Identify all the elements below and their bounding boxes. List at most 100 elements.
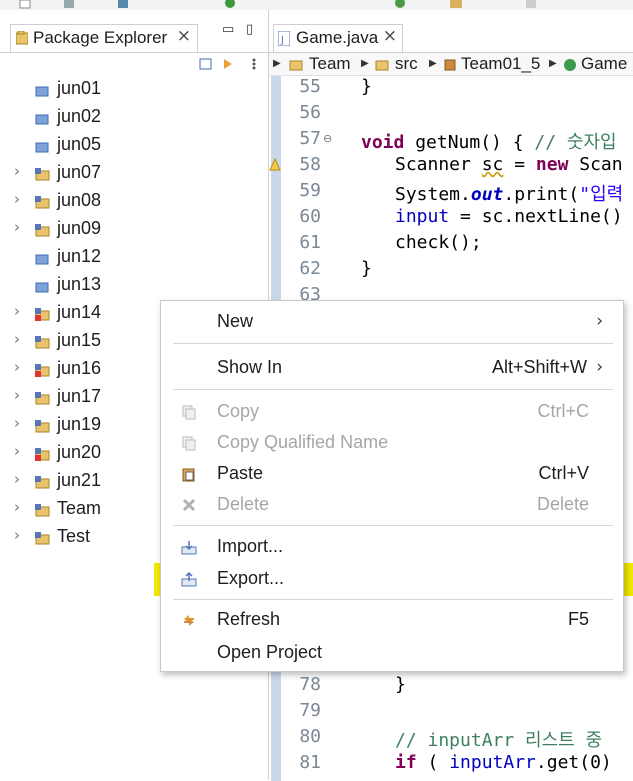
project-jun13[interactable]: jun13 (0, 272, 268, 300)
link-with-editor-icon[interactable] (224, 59, 232, 69)
java-project-icon (35, 196, 50, 209)
code-line[interactable]: } (361, 76, 372, 97)
code-line[interactable]: System.out.print("입력 (395, 180, 623, 206)
project-jun09[interactable]: › jun09 (0, 216, 268, 244)
project-jun02[interactable]: jun02 (0, 104, 268, 132)
run-icon[interactable] (225, 0, 235, 8)
line-number: 79 (299, 700, 321, 721)
expand-arrow-icon[interactable]: › (14, 302, 20, 320)
code-line[interactable]: input = sc.nextLine() (395, 206, 623, 227)
accelerator: Alt+Shift+W (491, 357, 587, 377)
menu-separator (173, 599, 613, 600)
project-name: jun20 (57, 442, 102, 462)
java-project-icon (35, 420, 50, 433)
minimize-icon[interactable]: ▭ (222, 22, 234, 37)
warning-icon[interactable] (269, 158, 281, 172)
expand-arrow-icon[interactable]: › (14, 498, 20, 516)
code-line[interactable]: } (361, 258, 372, 279)
submenu-arrow-icon: › (596, 357, 603, 377)
menu-separator (173, 343, 613, 344)
code-line[interactable]: check(); (395, 232, 482, 253)
project-name: jun21 (57, 470, 102, 490)
java-project-icon (35, 532, 50, 545)
accelerator: F5 (567, 609, 589, 629)
close-icon[interactable]: × (383, 26, 397, 46)
expand-arrow-icon[interactable]: › (14, 190, 20, 208)
breadcrumb-arrow-icon: ▶ (361, 58, 369, 69)
project-name: jun17 (57, 386, 102, 406)
code-line[interactable]: if ( inputArr.get(0) (395, 752, 612, 773)
expand-arrow-icon[interactable]: › (14, 526, 20, 544)
editor-tab-game-java[interactable]: J Game.java × (273, 24, 403, 53)
menu-item-refresh[interactable]: Refresh F5 (161, 605, 623, 636)
fold-icon[interactable]: ⊖ (323, 132, 332, 145)
line-number: 60 (299, 206, 321, 227)
line-number: 55 (299, 76, 321, 97)
expand-arrow-icon[interactable]: › (14, 414, 20, 432)
print-icon[interactable] (118, 0, 128, 8)
java-project-error-icon (35, 308, 50, 321)
package-explorer-icon (16, 31, 28, 45)
export-icon (181, 572, 197, 587)
menu-item-delete[interactable]: Delete Delete (161, 490, 623, 521)
code-line[interactable]: } (395, 674, 406, 695)
java-project-icon (289, 60, 303, 71)
maximize-icon[interactable]: ▯ (246, 22, 253, 37)
close-icon[interactable]: × (177, 26, 191, 46)
project-jun07[interactable]: › jun07 (0, 160, 268, 188)
java-project-icon (35, 336, 50, 349)
package-folder-icon (35, 114, 49, 125)
java-project-icon (35, 224, 50, 237)
project-jun01[interactable]: jun01 (0, 76, 268, 104)
project-jun05[interactable]: jun05 (0, 132, 268, 160)
breadcrumb-src[interactable]: src (395, 54, 418, 74)
line-number: 58 (299, 154, 321, 175)
svg-text:J: J (280, 35, 284, 46)
menu-item-export[interactable]: Export... (161, 564, 623, 595)
menu-item-show-in[interactable]: Show In Alt+Shift+W › (161, 353, 623, 384)
code-line[interactable]: void getNum() { // 숫자입 (361, 128, 617, 154)
project-name: jun19 (57, 414, 102, 434)
project-name: jun09 (57, 218, 102, 238)
menu-item-copy[interactable]: Copy Ctrl+C (161, 397, 623, 428)
delete-icon (182, 498, 196, 512)
source-folder-icon (375, 60, 389, 71)
menu-item-open-project[interactable]: Open Project (161, 638, 623, 669)
line-number: 62 (299, 258, 321, 279)
menu-item-new[interactable]: New › (161, 307, 623, 338)
breadcrumb-team[interactable]: Team (309, 54, 351, 74)
expand-arrow-icon[interactable]: › (14, 162, 20, 180)
package-explorer-tab[interactable]: Package Explorer × (10, 24, 198, 53)
open-type-icon[interactable] (450, 0, 462, 8)
menu-item-copy-qualified-name[interactable]: Copy Qualified Name (161, 428, 623, 459)
code-line[interactable]: Scanner sc = new Scan (395, 154, 623, 175)
expand-arrow-icon[interactable]: › (14, 386, 20, 404)
project-name: jun14 (57, 302, 102, 322)
project-jun12[interactable]: jun12 (0, 244, 268, 272)
expand-arrow-icon[interactable]: › (14, 330, 20, 348)
project-jun08[interactable]: › jun08 (0, 188, 268, 216)
breadcrumb-class[interactable]: Game (581, 54, 627, 74)
expand-arrow-icon[interactable]: › (14, 358, 20, 376)
save-icon[interactable] (64, 0, 74, 8)
new-icon[interactable] (19, 0, 31, 9)
debug-icon[interactable] (395, 0, 405, 8)
expand-arrow-icon[interactable]: › (14, 218, 20, 236)
view-menu-icon[interactable] (252, 58, 256, 62)
package-folder-icon (35, 254, 49, 265)
collapse-all-icon[interactable] (199, 58, 212, 70)
menu-item-paste[interactable]: Paste Ctrl+V (161, 459, 623, 490)
package-folder-icon (35, 86, 49, 97)
project-name: jun13 (57, 274, 102, 294)
expand-arrow-icon[interactable]: › (14, 470, 20, 488)
import-icon (181, 541, 197, 555)
paste-icon (182, 468, 195, 482)
expand-arrow-icon[interactable]: › (14, 442, 20, 460)
nav-icon[interactable] (526, 0, 536, 8)
code-line[interactable]: // inputArr 리스트 중 (395, 726, 602, 752)
breadcrumb-arrow-icon: ▶ (549, 58, 557, 69)
menu-item-import[interactable]: Import... (161, 532, 623, 563)
java-project-icon (35, 168, 50, 181)
project-name: jun07 (57, 162, 102, 182)
breadcrumb-package[interactable]: Team01_5 (461, 54, 540, 74)
